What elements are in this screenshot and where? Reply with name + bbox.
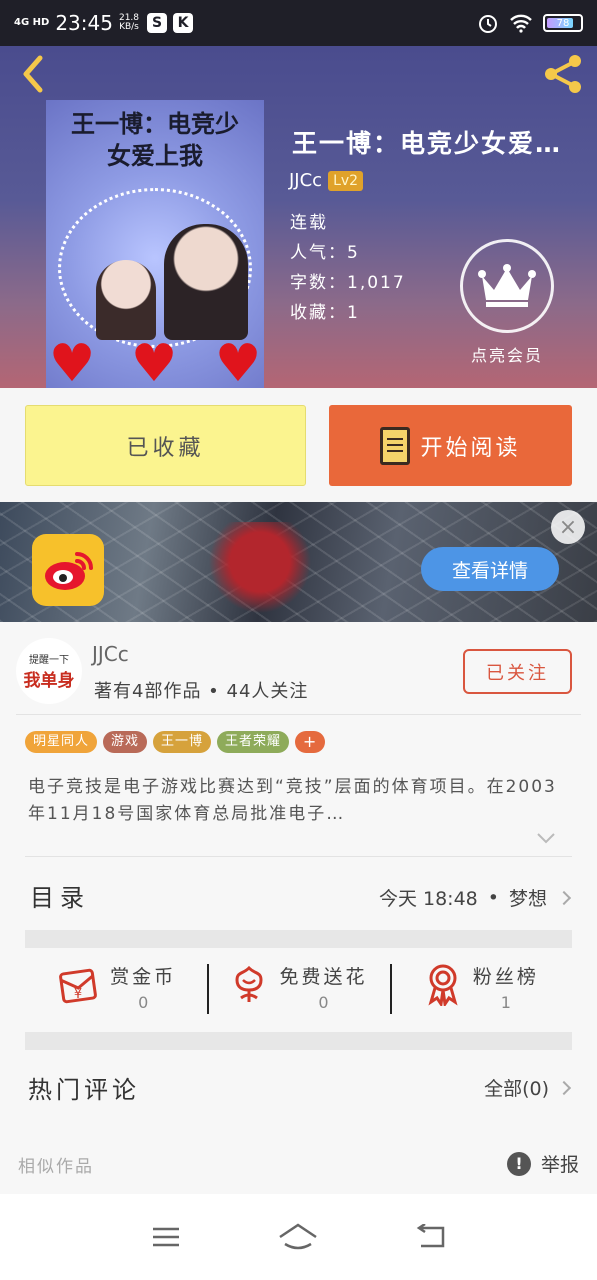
collected-button[interactable]: 已收藏 bbox=[25, 405, 306, 486]
chevron-right-icon bbox=[556, 890, 572, 905]
add-tag-button[interactable]: + bbox=[295, 731, 326, 753]
hot-comments-title: 热门评论 bbox=[28, 1076, 140, 1104]
wifi-icon bbox=[510, 14, 532, 33]
latest-chapter: 梦想 bbox=[508, 888, 547, 910]
start-reading-button[interactable]: 开始阅读 bbox=[329, 405, 572, 486]
tag-honor-of-kings[interactable]: 王者荣耀 bbox=[217, 731, 290, 753]
book-cover[interactable]: 王一博：电竞少女爱上我 ♥ ♥ ♥ bbox=[46, 100, 264, 388]
menu-icon[interactable] bbox=[141, 1217, 191, 1257]
book-header: 王一博：电竞少女爱上我 ♥ ♥ ♥ 王一博：电竞少女爱… JJCc Lv2 连载… bbox=[0, 46, 597, 388]
divider bbox=[16, 714, 581, 715]
stat-value: 0 bbox=[138, 993, 149, 1012]
report-label: 举报 bbox=[540, 1154, 579, 1176]
update-time: 今天 18:48 bbox=[378, 888, 478, 910]
alarm-icon bbox=[479, 15, 497, 33]
free-flowers[interactable]: 免费送花 0 bbox=[207, 948, 389, 1032]
home-icon[interactable] bbox=[273, 1217, 323, 1257]
svg-text:¥: ¥ bbox=[74, 987, 82, 1002]
cover-figure bbox=[96, 260, 156, 340]
back-nav-icon[interactable] bbox=[406, 1217, 456, 1257]
heart-icon: ♥ bbox=[48, 334, 96, 388]
tag-game[interactable]: 游戏 bbox=[103, 731, 148, 753]
flower-icon bbox=[235, 965, 263, 1002]
ad-banner[interactable]: 查看详情 × bbox=[0, 502, 597, 622]
network-indicator: 4G HD bbox=[14, 17, 50, 28]
ad-close-icon[interactable]: × bbox=[551, 510, 585, 544]
all-comments-label: 全部(0) bbox=[484, 1078, 549, 1100]
section-divider bbox=[25, 1032, 572, 1050]
report-button[interactable]: ! 举报 bbox=[506, 1150, 579, 1177]
word-count: 字数：1,017 bbox=[290, 273, 406, 293]
crown-icon bbox=[478, 264, 536, 307]
app-notification-icon: S bbox=[147, 13, 168, 33]
stat-label: 免费送花 bbox=[279, 966, 368, 988]
avatar-text-line2: 我单身 bbox=[23, 671, 75, 691]
book-icon bbox=[380, 426, 411, 465]
vip-label[interactable]: 点亮会员 bbox=[440, 342, 574, 366]
avatar-text-line1: 提醒一下 bbox=[29, 655, 69, 666]
app-notification-icon-2: K bbox=[173, 13, 194, 33]
popularity: 人气：5 bbox=[290, 243, 360, 263]
stats-row: ¥ 赏金币 0 免费送花 0 粉丝榜 1 bbox=[25, 948, 572, 1032]
author-summary: 著有4部作品 • 44人关注 bbox=[94, 681, 309, 702]
reward-coins[interactable]: ¥ 赏金币 0 bbox=[25, 948, 207, 1032]
section-divider bbox=[25, 930, 572, 948]
cover-title: 王一博：电竞少女爱上我 bbox=[71, 110, 239, 170]
favorites-count: 收藏：1 bbox=[290, 303, 360, 323]
heart-icon: ♥ bbox=[214, 334, 262, 388]
tag-wang-yibo[interactable]: 王一博 bbox=[153, 731, 212, 753]
stat-label: 粉丝榜 bbox=[472, 966, 539, 988]
ad-details-button[interactable]: 查看详情 bbox=[421, 547, 559, 591]
system-nav-bar bbox=[0, 1194, 597, 1280]
expand-chevron-icon[interactable] bbox=[536, 832, 556, 844]
toc-latest: 今天 18:48 • 梦想 bbox=[378, 884, 572, 911]
speed-unit: KB/s bbox=[119, 22, 139, 32]
battery-icon: 78 bbox=[543, 14, 583, 32]
network-speed: 21.8 KB/s bbox=[119, 14, 139, 32]
action-bar: 已收藏 开始阅读 bbox=[0, 388, 597, 502]
ad-image bbox=[200, 522, 320, 622]
book-title: 王一博：电竞少女爱… bbox=[292, 129, 563, 158]
book-meta: 连载 人气：5 字数：1,017 收藏：1 bbox=[290, 208, 406, 328]
separator-dot: • bbox=[487, 886, 499, 909]
back-icon[interactable] bbox=[16, 54, 50, 94]
hot-comments-row[interactable]: 热门评论 全部(0) bbox=[0, 1052, 597, 1122]
book-author[interactable]: JJCc Lv2 bbox=[289, 170, 364, 191]
stat-value: 1 bbox=[500, 993, 511, 1012]
status-bar: 4G HD 23:45 21.8 KB/s S K 78 bbox=[0, 0, 597, 46]
medal-icon bbox=[428, 964, 458, 1006]
tag-celebrity-fanfic[interactable]: 明星同人 bbox=[25, 731, 98, 753]
red-envelope-icon: ¥ bbox=[59, 968, 98, 1004]
stat-label: 赏金币 bbox=[110, 966, 177, 988]
similar-works-label: 相似作品 bbox=[18, 1157, 94, 1177]
cover-figure-2 bbox=[164, 224, 248, 340]
warning-icon: ! bbox=[506, 1151, 531, 1176]
weibo-logo-icon bbox=[32, 534, 104, 606]
all-comments-link[interactable]: 全部(0) bbox=[484, 1074, 572, 1101]
clock: 23:45 bbox=[55, 11, 113, 35]
author-card-name[interactable]: JJCc bbox=[92, 642, 129, 666]
book-description[interactable]: 电子竞技是电子游戏比赛达到“竞技”层面的体育项目。在2003年11月18号国家体… bbox=[28, 774, 558, 828]
author-name: JJCc bbox=[289, 170, 323, 191]
stat-value: 0 bbox=[318, 993, 329, 1012]
serial-status: 连载 bbox=[290, 213, 328, 233]
fan-ranking[interactable]: 粉丝榜 1 bbox=[389, 948, 572, 1032]
author-level-badge: Lv2 bbox=[328, 170, 364, 191]
divider bbox=[25, 856, 572, 857]
table-of-contents-row[interactable]: 目录 今天 18:48 • 梦想 bbox=[0, 858, 597, 930]
chevron-right-icon bbox=[556, 1080, 572, 1095]
toc-title: 目录 bbox=[30, 884, 90, 912]
heart-icon: ♥ bbox=[130, 334, 178, 388]
vip-button[interactable] bbox=[460, 239, 554, 333]
book-details: 提醒一下 我单身 JJCc 著有4部作品 • 44人关注 已关注 明星同人 游戏… bbox=[0, 622, 597, 1194]
battery-level: 78 bbox=[556, 17, 570, 29]
start-reading-label: 开始阅读 bbox=[420, 435, 521, 461]
follow-button[interactable]: 已关注 bbox=[463, 649, 572, 694]
tag-list: 明星同人 游戏 王一博 王者荣耀 + bbox=[25, 731, 326, 753]
author-avatar[interactable]: 提醒一下 我单身 bbox=[16, 638, 82, 704]
share-icon[interactable] bbox=[541, 52, 585, 96]
